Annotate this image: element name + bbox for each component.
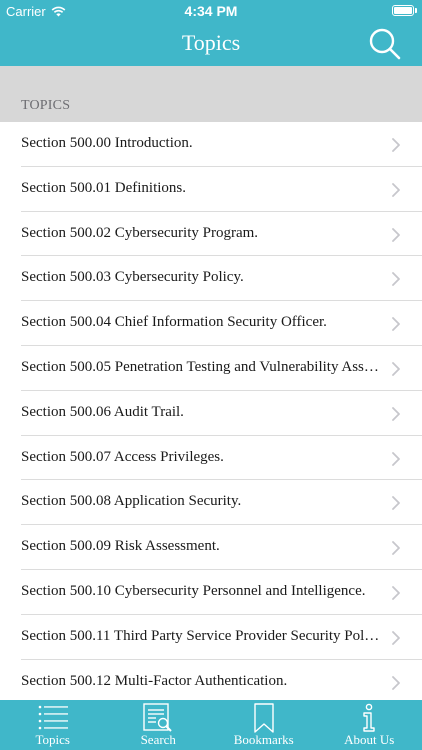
tab-about-us-label: About Us xyxy=(344,732,395,747)
topic-label: Section 500.08 Application Security. xyxy=(21,493,242,510)
topic-list-item[interactable]: Section 500.05 Penetration Testing and V… xyxy=(0,346,422,391)
topic-list-item[interactable]: Section 500.01 Definitions. xyxy=(0,167,422,212)
tab-about-us[interactable]: About Us xyxy=(317,700,422,750)
topic-label: Section 500.12 Multi-Factor Authenticati… xyxy=(21,672,288,689)
topic-list-item[interactable]: Section 500.08 Application Security. xyxy=(0,480,422,525)
topic-label: Section 500.06 Audit Trail. xyxy=(21,403,184,420)
battery-level xyxy=(394,7,412,14)
topic-list-item[interactable]: Section 500.07 Access Privileges. xyxy=(0,436,422,481)
tab-search-label: Search xyxy=(140,732,176,747)
topic-list-item[interactable]: Section 500.00 Introduction. xyxy=(0,122,422,167)
topic-label: Section 500.11 Third Party Service Provi… xyxy=(21,627,381,644)
search-button[interactable] xyxy=(366,25,404,63)
search-document-icon xyxy=(143,703,172,732)
info-icon xyxy=(363,703,375,732)
tab-topics-label: Topics xyxy=(35,732,70,747)
topic-label: Section 500.03 Cybersecurity Policy. xyxy=(21,269,244,286)
chevron-right-icon xyxy=(392,272,400,287)
chevron-right-icon xyxy=(392,406,400,421)
chevron-right-icon xyxy=(392,586,400,600)
chevron-right-icon xyxy=(392,496,400,511)
chevron-right-icon xyxy=(392,317,400,332)
topic-list-item[interactable]: Section 500.11 Third Party Service Provi… xyxy=(0,615,422,660)
topic-list-item[interactable]: Section 500.09 Risk Assessment. xyxy=(0,525,422,570)
search-icon xyxy=(369,28,401,60)
tab-search[interactable]: Search xyxy=(106,700,212,750)
chevron-right-icon xyxy=(392,451,400,466)
tab-bar: Topics Search Bookmarks About Us xyxy=(0,700,422,750)
battery-tip xyxy=(415,8,417,13)
list-icon xyxy=(38,705,68,730)
status-bar: Carrier 4:34 PM xyxy=(0,0,422,22)
topic-label: Section 500.05 Penetration Testing and V… xyxy=(21,358,381,375)
nav-bar: Topics xyxy=(0,22,422,66)
topic-list-item[interactable]: Section 500.10 Cybersecurity Personnel a… xyxy=(0,570,422,615)
topic-label: Section 500.01 Definitions. xyxy=(21,179,186,196)
topic-list-item[interactable]: Section 500.12 Multi-Factor Authenticati… xyxy=(0,660,422,705)
topic-label: Section 500.04 Chief Information Securit… xyxy=(21,314,327,331)
topic-list-item[interactable]: Section 500.04 Chief Information Securit… xyxy=(0,301,422,346)
topic-label: Section 500.09 Risk Assessment. xyxy=(21,538,220,555)
section-header-label: TOPICS xyxy=(21,98,71,113)
tab-bookmarks-label: Bookmarks xyxy=(233,732,294,747)
chevron-right-icon xyxy=(392,541,400,556)
tab-bookmarks[interactable]: Bookmarks xyxy=(211,700,317,750)
topic-label: Section 500.10 Cybersecurity Personnel a… xyxy=(21,582,366,599)
chevron-right-icon xyxy=(392,675,400,690)
tab-topics[interactable]: Topics xyxy=(0,700,106,750)
chevron-right-icon xyxy=(392,227,400,242)
section-header: TOPICS xyxy=(0,66,422,122)
topic-label: Section 500.02 Cybersecurity Program. xyxy=(21,224,259,241)
chevron-right-icon xyxy=(392,362,400,376)
bookmark-icon xyxy=(254,703,274,733)
topic-list: Section 500.00 Introduction. Section 500.… xyxy=(0,122,422,705)
topic-label: Section 500.00 Introduction. xyxy=(21,135,193,151)
topic-list-item[interactable]: Section 500.02 Cybersecurity Program. xyxy=(0,212,422,257)
topic-list-item[interactable]: Section 500.06 Audit Trail. xyxy=(0,391,422,436)
chevron-right-icon xyxy=(392,182,400,197)
topic-list-item[interactable]: Section 500.03 Cybersecurity Policy. xyxy=(0,256,422,301)
chevron-right-icon xyxy=(392,630,400,645)
page-title: Topics xyxy=(181,30,241,55)
topic-label: Section 500.07 Access Privileges. xyxy=(21,448,224,465)
status-time: 4:34 PM xyxy=(184,3,238,19)
battery-icon xyxy=(392,5,417,16)
chevron-right-icon xyxy=(392,138,400,152)
